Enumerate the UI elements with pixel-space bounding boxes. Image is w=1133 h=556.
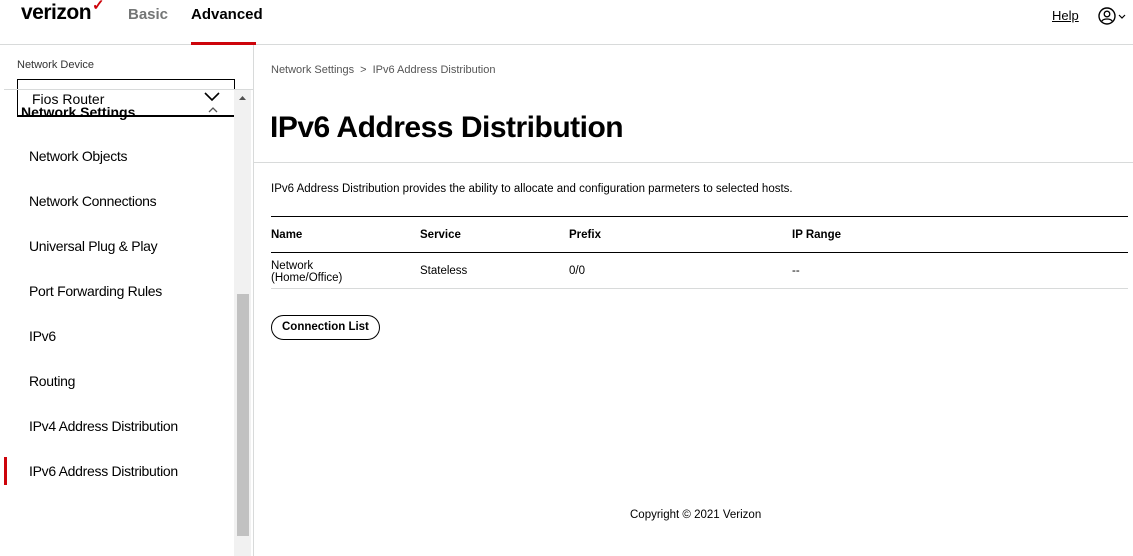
sidebar-item-universal-plug-and-play[interactable]: Universal Plug & Play — [29, 238, 158, 254]
top-header: verizon✓ Basic Advanced Help — [0, 0, 1133, 45]
sidebar-item-network-connections[interactable]: Network Connections — [29, 193, 157, 209]
column-header-name: Name — [271, 229, 303, 241]
column-header-service: Service — [420, 229, 461, 241]
sidebar-item-ipv6-address-distribution[interactable]: IPv6 Address Distribution — [29, 463, 178, 479]
scroll-up-button[interactable] — [234, 90, 251, 106]
sidebar-section-network-settings[interactable]: Network Settings — [21, 104, 135, 120]
active-item-indicator — [4, 457, 7, 485]
table-rule-bottom — [271, 288, 1128, 289]
table-cell-name-line2: (Home/Office) — [271, 272, 343, 284]
column-header-prefix: Prefix — [569, 229, 601, 241]
table-cell-name-line1: Network — [271, 260, 314, 272]
scroll-up-arrow-icon — [239, 96, 246, 100]
table-cell-prefix: 0/0 — [569, 265, 585, 277]
chevron-down-icon — [1118, 14, 1126, 19]
copyright: Copyright © 2021 Verizon — [630, 509, 762, 521]
sidebar-item-ipv6[interactable]: IPv6 — [29, 328, 56, 344]
breadcrumb: Network Settings > IPv6 Address Distributi… — [271, 64, 495, 76]
table-rule-top — [271, 216, 1128, 217]
logo-check-icon: ✓ — [92, 0, 105, 14]
breadcrumb-separator: > — [360, 64, 367, 76]
tab-advanced[interactable]: Advanced — [191, 6, 263, 45]
sidebar-menu: Network Settings Network Objects Network… — [4, 90, 234, 511]
logo-text: verizon — [21, 1, 92, 24]
column-header-ip-range: IP Range — [792, 229, 841, 241]
tab-basic[interactable]: Basic — [128, 6, 168, 44]
help-link[interactable]: Help — [1052, 8, 1079, 23]
chevron-up-icon[interactable] — [208, 106, 218, 113]
table-cell-ip-range: -- — [792, 265, 800, 277]
main-content: Network Settings > IPv6 Address Distributi… — [254, 45, 1133, 556]
sidebar-item-network-objects[interactable]: Network Objects — [29, 148, 128, 164]
verizon-logo[interactable]: verizon✓ — [21, 0, 105, 25]
table-cell-name: Network (Home/Office) — [271, 260, 342, 284]
sidebar-item-ipv4-address-distribution[interactable]: IPv4 Address Distribution — [29, 418, 178, 434]
sidebar-item-port-forwarding-rules[interactable]: Port Forwarding Rules — [29, 283, 162, 299]
account-menu[interactable] — [1098, 7, 1128, 27]
title-divider — [254, 162, 1133, 163]
page-description: IPv6 Address Distribution provides the a… — [271, 183, 793, 195]
page-title: IPv6 Address Distribution — [270, 111, 624, 144]
network-device-label: Network Device — [17, 59, 95, 71]
breadcrumb-network-settings[interactable]: Network Settings — [271, 64, 354, 76]
connection-list-button[interactable]: Connection List — [271, 315, 380, 340]
table-rule-header — [271, 252, 1128, 253]
sidebar-scrollbar-thumb[interactable] — [237, 294, 249, 536]
user-circle-icon — [1098, 7, 1126, 25]
breadcrumb-current: IPv6 Address Distribution — [372, 64, 496, 76]
sidebar-item-routing[interactable]: Routing — [29, 373, 75, 389]
table-cell-service: Stateless — [420, 265, 468, 277]
